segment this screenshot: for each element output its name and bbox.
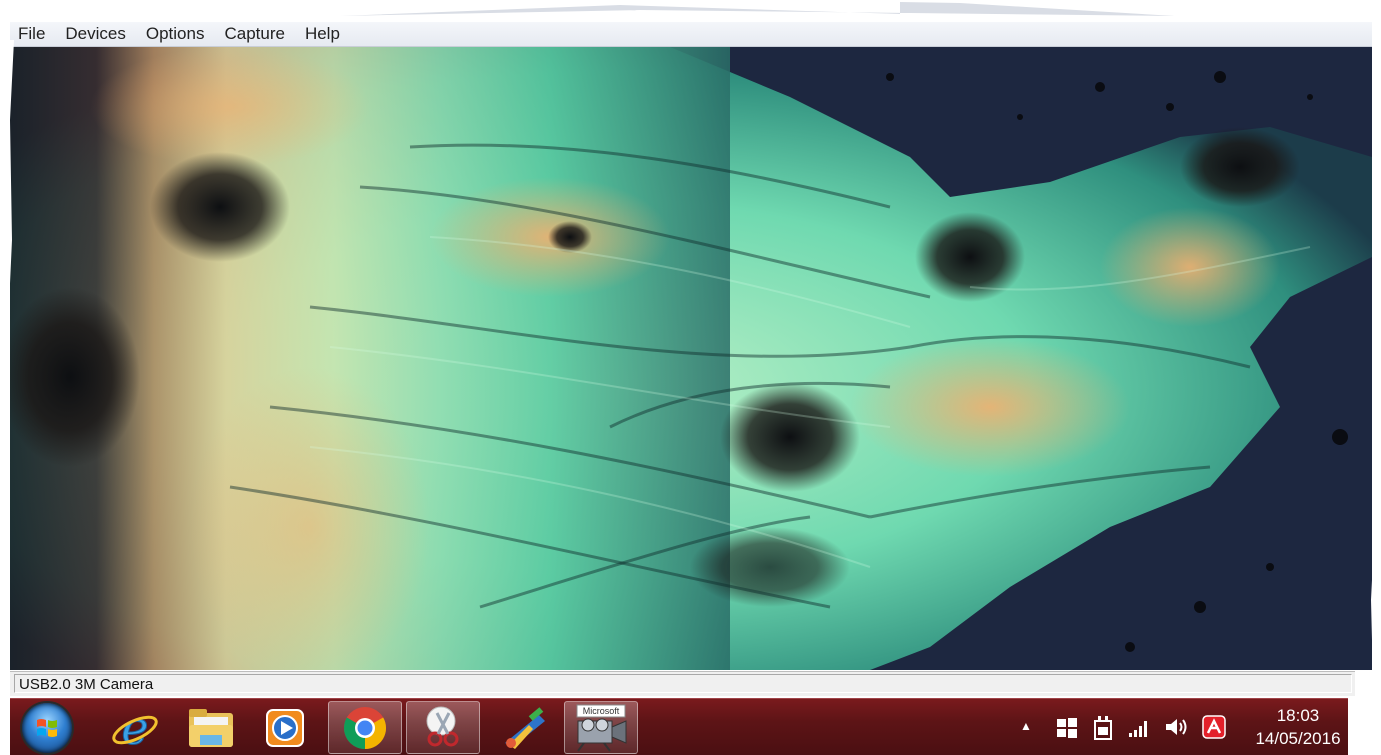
menu-help[interactable]: Help [295, 22, 350, 46]
status-bar: USB2.0 3M Camera [10, 671, 1355, 696]
media-player-icon [266, 708, 304, 747]
menu-devices[interactable]: Devices [55, 22, 135, 46]
taskbar-paint[interactable] [486, 701, 560, 754]
torn-right-edge [1369, 40, 1381, 755]
clock-date: 14/05/2016 [1255, 729, 1341, 748]
avira-icon[interactable] [1202, 715, 1226, 739]
internet-explorer-icon: e [112, 704, 158, 752]
taskbar-file-explorer[interactable] [174, 701, 248, 754]
start-button[interactable] [22, 703, 72, 753]
show-hidden-icons-arrow[interactable]: ▲ [1020, 719, 1032, 733]
scissors-icon [426, 706, 459, 746]
clock-time: 18:03 [1276, 706, 1320, 725]
signal-bars-icon[interactable] [1128, 717, 1150, 739]
microscope-image [10, 47, 1372, 670]
menu-bar: File Devices Options Capture Help [10, 22, 1372, 47]
taskbar-amcap[interactable]: Microsoft [564, 701, 638, 754]
camera-preview [10, 47, 1372, 670]
speaker-icon[interactable] [1164, 716, 1190, 738]
windows-orb-icon [37, 719, 57, 737]
chrome-icon [343, 706, 387, 749]
taskbar-snipping-tool[interactable] [406, 701, 480, 754]
taskbar-chrome[interactable] [328, 701, 402, 754]
clock[interactable]: 18:03 14/05/2016 [1248, 704, 1348, 750]
taskbar-internet-explorer[interactable]: e [98, 701, 172, 754]
menu-capture[interactable]: Capture [214, 22, 294, 46]
paint-brush-icon [505, 706, 545, 749]
windows-flag-icon[interactable] [1056, 717, 1078, 739]
power-plug-icon[interactable] [1092, 715, 1114, 741]
menu-file[interactable]: File [10, 22, 55, 46]
system-tray: ▲ 18:03 14/05/2016 [1008, 699, 1348, 755]
amcap-label: Microsoft [583, 706, 620, 716]
menu-options[interactable]: Options [136, 22, 215, 46]
taskbar: e Microsoft ▲ 18:03 14/05/2016 [10, 698, 1348, 755]
folder-icon [189, 708, 233, 747]
screenshot: File Devices Options Capture Help USB2.0… [0, 0, 1381, 755]
taskbar-media-player[interactable] [248, 701, 322, 754]
video-camera-icon: Microsoft [576, 704, 627, 752]
torn-left-edge [0, 40, 14, 755]
device-status: USB2.0 3M Camera [14, 674, 1352, 693]
svg-text:e: e [121, 704, 148, 752]
